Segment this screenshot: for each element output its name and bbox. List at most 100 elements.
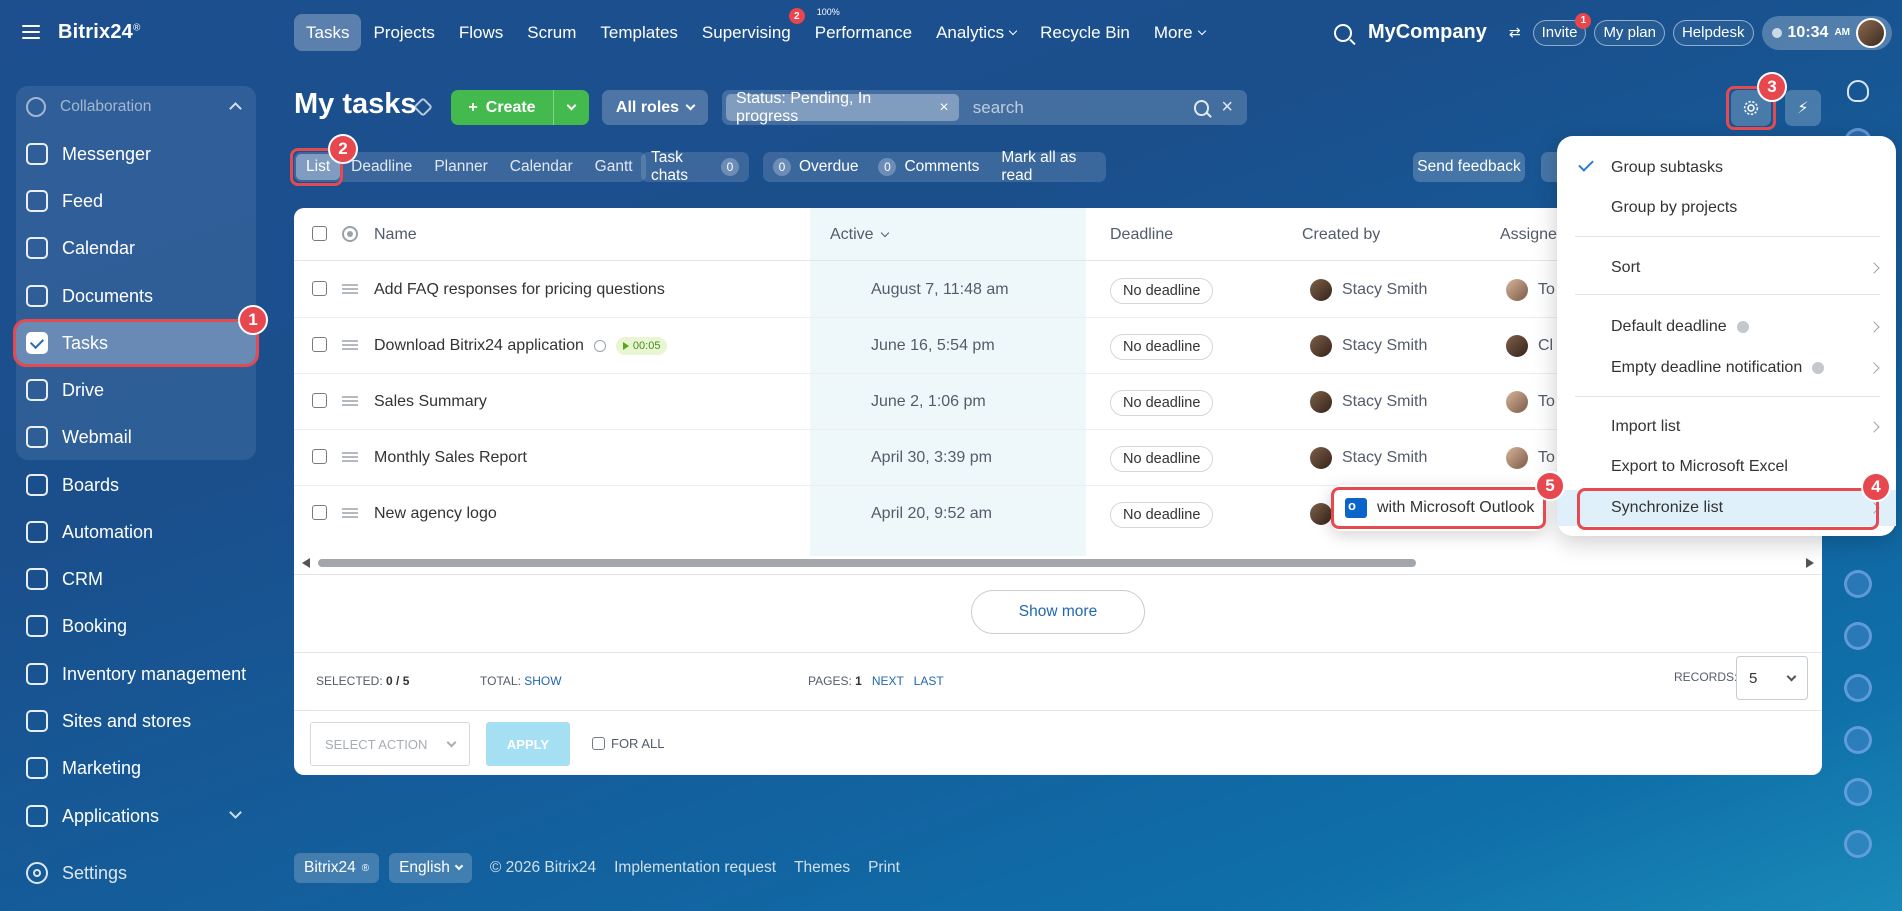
swap-icon[interactable]: ⇄ (1509, 24, 1521, 41)
tab-analytics[interactable]: Analytics (924, 14, 1028, 51)
sidebar-item-tasks[interactable]: Tasks (13, 319, 259, 367)
tab-scrum[interactable]: Scrum (515, 14, 588, 51)
for-all-checkbox[interactable] (592, 737, 605, 750)
sidebar-item-automation[interactable]: Automation (16, 511, 256, 553)
help-icon[interactable] (1736, 321, 1749, 333)
task-creator[interactable]: Stacy Smith (1310, 391, 1427, 413)
apply-button[interactable]: Apply (486, 722, 570, 766)
view-tab-calendar[interactable]: Calendar (499, 154, 584, 180)
tab-tasks[interactable]: Tasks (294, 14, 362, 51)
brand-logo[interactable]: Bitrix24® (58, 21, 141, 44)
deadline-pill[interactable]: No deadline (1110, 390, 1214, 416)
task-creator[interactable]: Stacy Smith (1310, 335, 1427, 357)
language-selector[interactable]: English (389, 853, 472, 883)
task-assignee[interactable]: To (1506, 447, 1555, 469)
task-creator[interactable]: Stacy Smith (1310, 447, 1427, 469)
task-name-link[interactable]: Download Bitrix24 application 00:05 (374, 337, 668, 355)
sidebar-item-calendar[interactable]: Calendar (16, 227, 256, 269)
menu-item-group-projects[interactable]: Group by projects (1557, 190, 1896, 226)
search-icon[interactable] (1333, 23, 1352, 42)
rail-app-icon[interactable] (1844, 622, 1872, 650)
last-page-link[interactable]: Last (914, 674, 944, 688)
timer-badge[interactable]: 00:05 (615, 337, 668, 355)
mark-all-read-link[interactable]: Mark all as read (1001, 149, 1096, 185)
sidebar-item-feed[interactable]: Feed (16, 180, 256, 222)
sidebar-item-inventory[interactable]: Inventory management (16, 653, 256, 695)
show-more-button[interactable]: Show more (971, 590, 1145, 634)
roles-dropdown[interactable]: All roles (602, 90, 708, 125)
invite-button[interactable]: Invite 1 (1532, 12, 1592, 46)
implementation-request-link[interactable]: Implementation request (614, 859, 776, 877)
tab-recycle-bin[interactable]: Recycle Bin (1028, 14, 1142, 51)
column-active[interactable]: Active (830, 226, 890, 244)
tab-more[interactable]: More (1142, 14, 1217, 51)
search-icon[interactable] (1193, 99, 1210, 116)
sidebar-item-messenger[interactable]: Messenger (16, 133, 256, 175)
menu-item-empty-deadline[interactable]: Empty deadline notification (1557, 350, 1896, 386)
comments-counter[interactable]: Comments (904, 158, 979, 176)
rail-app-icon[interactable] (1844, 778, 1872, 806)
drag-handle-icon[interactable] (342, 508, 358, 518)
tab-supervising[interactable]: Supervising 2 (690, 8, 805, 51)
send-feedback-button[interactable]: Send feedback (1413, 152, 1525, 182)
sidebar-settings[interactable]: Settings (26, 862, 127, 884)
tab-projects[interactable]: Projects (361, 14, 446, 51)
rail-app-icon[interactable] (1844, 726, 1872, 754)
sidebar-item-boards[interactable]: Boards (16, 464, 256, 506)
drag-handle-icon[interactable] (342, 284, 358, 294)
clear-icon[interactable]: × (1221, 96, 1233, 119)
task-name-link[interactable]: New agency logo (374, 505, 497, 523)
deadline-pill[interactable]: No deadline (1110, 446, 1214, 472)
sidebar-item-drive[interactable]: Drive (16, 369, 256, 411)
scroll-right-icon[interactable] (1806, 558, 1814, 568)
helpdesk-button[interactable]: Helpdesk (1672, 19, 1754, 46)
bell-icon[interactable] (1847, 80, 1869, 102)
create-split-button[interactable] (553, 90, 589, 125)
company-name[interactable]: MyCompany (1368, 21, 1487, 44)
pages-value[interactable]: 1 (855, 674, 862, 688)
column-assignee[interactable]: Assigne (1500, 226, 1557, 244)
sidebar-group-collaboration[interactable]: Collaboration (16, 86, 256, 128)
menu-item-group-subtasks[interactable]: Group subtasks (1557, 150, 1896, 186)
select-action-dropdown[interactable]: Select action (310, 722, 470, 766)
tab-performance[interactable]: 100% Performance (803, 7, 924, 51)
bookmark-icon[interactable] (1844, 674, 1872, 702)
overdue-counter[interactable]: Overdue (799, 158, 858, 176)
sidebar-item-documents[interactable]: Documents (16, 275, 256, 317)
menu-item-export-excel[interactable]: Export to Microsoft Excel (1557, 449, 1896, 485)
menu-item-default-deadline[interactable]: Default deadline (1557, 309, 1896, 345)
rail-app-icon[interactable] (1844, 570, 1872, 598)
task-assignee[interactable]: To (1506, 391, 1555, 413)
tab-templates[interactable]: Templates (588, 14, 689, 51)
filter-chip-status[interactable]: Status: Pending, In progress × (726, 90, 959, 125)
create-main[interactable]: + Create (451, 99, 553, 117)
worktime-clock[interactable]: 10:34 AM (1761, 15, 1892, 50)
view-tab-planner[interactable]: Planner (423, 154, 498, 180)
horizontal-scrollbar[interactable] (302, 556, 1814, 570)
drag-handle-icon[interactable] (342, 396, 358, 406)
menu-item-synchronize-list[interactable]: Synchronize list (1557, 490, 1896, 526)
rail-app-icon[interactable] (1844, 830, 1872, 858)
sidebar-item-sites[interactable]: Sites and stores (16, 700, 256, 742)
column-name[interactable]: Name (374, 226, 417, 244)
for-all-checkbox-row[interactable]: For all (592, 736, 664, 751)
row-checkbox[interactable] (312, 449, 327, 464)
view-tab-gantt[interactable]: Gantt (584, 154, 644, 180)
my-plan-button[interactable]: My plan (1594, 19, 1665, 46)
sidebar-item-applications[interactable]: Applications (16, 795, 256, 837)
menu-item-import-list[interactable]: Import list (1557, 409, 1896, 445)
task-assignee[interactable]: Cl (1506, 335, 1553, 357)
tab-flows[interactable]: Flows (447, 14, 515, 51)
deadline-pill[interactable]: No deadline (1110, 278, 1214, 304)
menu-burger-icon[interactable] (22, 25, 40, 39)
help-icon[interactable] (1812, 362, 1825, 374)
print-link[interactable]: Print (868, 859, 900, 877)
column-created-by[interactable]: Created by (1302, 226, 1380, 244)
row-checkbox[interactable] (312, 393, 327, 408)
records-per-page-select[interactable]: 5 (1736, 656, 1808, 700)
task-name-link[interactable]: Add FAQ responses for pricing questions (374, 281, 665, 299)
create-button[interactable]: + Create (451, 90, 589, 125)
task-creator[interactable]: Stacy Smith (1310, 279, 1427, 301)
drag-handle-icon[interactable] (342, 340, 358, 350)
search-input[interactable] (958, 97, 1194, 118)
